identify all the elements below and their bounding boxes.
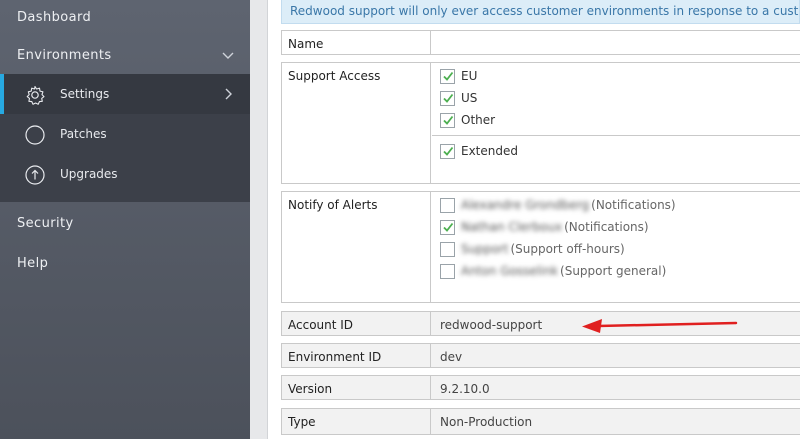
checkbox-box[interactable]: [440, 219, 455, 235]
scroll-gutter: [250, 0, 268, 439]
support-access-label: Support Access: [282, 63, 431, 183]
sidebar-item-patches-label: Patches: [60, 127, 107, 141]
checkbox-eu[interactable]: EU: [440, 67, 477, 85]
nav-help[interactable]: Help: [0, 246, 250, 280]
row-environment-id: Environment ID dev: [281, 343, 800, 368]
annotation-arrow: [582, 319, 738, 333]
checkbox-box[interactable]: [440, 241, 455, 257]
checkbox-notify-3[interactable]: Support (Support off-hours): [440, 240, 625, 258]
checkbox-box[interactable]: [440, 197, 455, 213]
nav-environments-label: Environments: [17, 47, 112, 63]
chevron-right-icon: [225, 88, 232, 100]
recipient-name: Anton Gosselink: [461, 264, 559, 278]
checkbox-us-label: US: [461, 91, 478, 105]
checkbox-notify-4[interactable]: Anton Gosselink (Support general): [440, 262, 666, 280]
checkbox-box[interactable]: [440, 263, 455, 279]
recipient-role: (Notifications): [564, 220, 649, 234]
checkbox-box[interactable]: [440, 90, 455, 106]
checkbox-notify-2[interactable]: Nathan Clerboux (Notifications): [440, 218, 649, 236]
nav-dashboard[interactable]: Dashboard: [0, 0, 250, 34]
type-label: Type: [282, 409, 431, 434]
row-name: Name: [281, 30, 800, 55]
version-label: Version: [282, 376, 431, 399]
nav-environments[interactable]: Environments: [0, 38, 250, 72]
nav-dashboard-label: Dashboard: [17, 9, 92, 25]
version-value: 9.2.10.0: [440, 382, 490, 396]
nav-help-label: Help: [17, 255, 49, 271]
account-id-label: Account ID: [282, 312, 431, 335]
environment-id-label: Environment ID: [282, 344, 431, 367]
checkbox-eu-label: EU: [461, 69, 478, 83]
sidebar-item-settings[interactable]: Settings: [0, 74, 250, 114]
recipient-role: (Support off-hours): [510, 242, 625, 256]
nav-security[interactable]: Security: [0, 206, 250, 240]
row-notify-alerts: Notify of Alerts Alexandre Grondberg (No…: [281, 191, 800, 303]
recipient-role: (Notifications): [591, 198, 676, 212]
name-input[interactable]: [432, 31, 800, 54]
recipient-name: Nathan Clerboux: [461, 220, 563, 234]
info-notice: Redwood support will only ever access cu…: [281, 0, 800, 24]
divider: [432, 135, 800, 136]
checkbox-box[interactable]: [440, 68, 455, 84]
nav-security-label: Security: [17, 215, 74, 231]
gear-icon: [26, 85, 45, 105]
row-support-access: Support Access EU US Other Extended: [281, 62, 800, 184]
sidebar-item-upgrades[interactable]: Upgrades: [0, 154, 250, 194]
checkbox-extended[interactable]: Extended: [440, 142, 518, 160]
environments-subnav: Settings Patches Upgrades: [0, 74, 250, 202]
recipient-role: (Support general): [560, 264, 667, 278]
sidebar-item-patches[interactable]: Patches: [0, 114, 250, 154]
checkbox-box[interactable]: [440, 143, 455, 159]
type-value: Non-Production: [440, 415, 533, 429]
recipient-name: Alexandre Grondberg: [461, 198, 590, 212]
arrow-up-circle-icon: [25, 165, 45, 185]
circle-icon: [25, 125, 45, 145]
chevron-down-icon: [222, 52, 234, 59]
checkbox-box[interactable]: [440, 112, 455, 128]
notify-alerts-options: Alexandre Grondberg (Notifications) Nath…: [432, 192, 800, 302]
environment-id-value: dev: [440, 350, 463, 364]
name-label: Name: [282, 31, 431, 54]
checkbox-us[interactable]: US: [440, 89, 477, 107]
support-access-options: EU US Other Extended: [432, 63, 800, 183]
checkbox-extended-label: Extended: [461, 144, 518, 158]
sidebar: Dashboard Environments Settings Patches: [0, 0, 250, 439]
checkbox-other-label: Other: [461, 113, 496, 127]
notify-alerts-label: Notify of Alerts: [282, 192, 431, 302]
checkbox-notify-1[interactable]: Alexandre Grondberg (Notifications): [440, 196, 676, 214]
checkbox-other[interactable]: Other: [440, 111, 495, 129]
recipient-name: Support: [461, 242, 509, 256]
row-version: Version 9.2.10.0: [281, 375, 800, 400]
sidebar-item-settings-label: Settings: [60, 87, 110, 101]
sidebar-item-upgrades-label: Upgrades: [60, 167, 118, 181]
row-type: Type Non-Production: [281, 408, 800, 435]
